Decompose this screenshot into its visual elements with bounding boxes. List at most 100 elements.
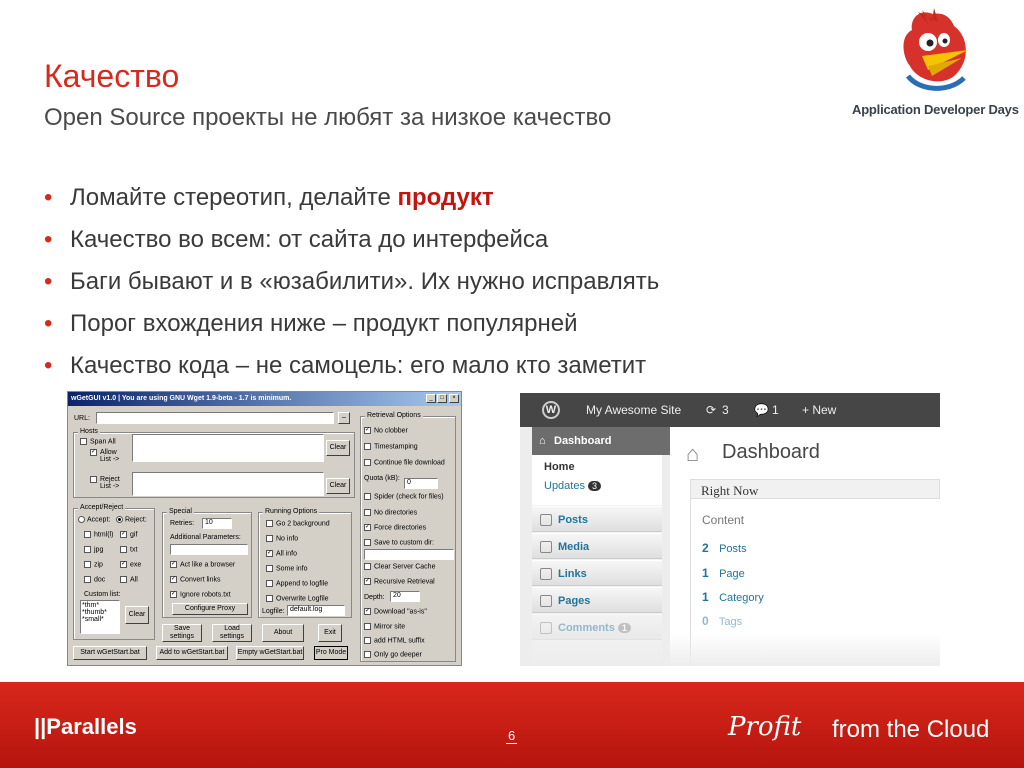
type-checkbox[interactable]: html(l) — [84, 531, 113, 538]
reject-list-input[interactable] — [132, 472, 324, 496]
comments-icon[interactable]: 💬 — [754, 403, 769, 417]
wordpress-logo-icon[interactable]: W — [542, 401, 560, 419]
menu-posts[interactable]: Posts — [532, 506, 662, 532]
menu-pages[interactable]: Pages — [532, 587, 662, 613]
type-checkbox[interactable]: jpg — [84, 546, 103, 553]
clear-allow-button[interactable]: Clear — [326, 440, 350, 456]
start-bat-button[interactable]: Start wGetStart.bat — [73, 646, 147, 660]
close-button[interactable]: × — [449, 394, 459, 403]
updates-icon[interactable]: ⟳ — [706, 403, 716, 417]
custom-item[interactable]: *thumb* — [82, 609, 118, 616]
retrieval-option[interactable]: ✓ Recursive Retrieval — [364, 578, 435, 585]
empty-bat-button[interactable]: Empty wGetStart.bat — [236, 646, 304, 660]
stat-posts[interactable]: 2 Posts — [702, 541, 747, 555]
retrieval-option[interactable]: Spider (check for files) — [364, 493, 444, 500]
type-checkbox[interactable]: doc — [84, 576, 105, 583]
special-option[interactable]: ✓ Ignore robots.txt — [170, 591, 231, 598]
retrieval-option[interactable]: ✓ Download "as-is" — [364, 608, 427, 615]
accept-radio[interactable]: Accept: — [78, 516, 110, 523]
right-now-header[interactable]: Right Now — [690, 479, 940, 499]
url-dropdown-button[interactable]: – — [338, 412, 350, 424]
bullet-highlight: продукт — [397, 184, 494, 211]
quota-input[interactable]: 0 — [404, 478, 438, 489]
new-content-link[interactable]: + New — [802, 403, 836, 417]
custom-list-box[interactable]: *thm* *thumb* *small* — [80, 600, 120, 634]
allow-list-input[interactable] — [132, 434, 324, 462]
retrieval-option[interactable]: Mirror site — [364, 623, 405, 630]
retrieval-option[interactable]: ✓ No clobber — [364, 427, 408, 434]
retrieval-option[interactable]: Save to custom dir: — [364, 539, 434, 546]
comments-badge: 1 — [617, 623, 631, 633]
stat-pages[interactable]: 1 Page — [702, 566, 745, 580]
retrieval-option[interactable]: ✓ Force directories — [364, 524, 426, 531]
menu-links[interactable]: Links — [532, 560, 662, 586]
retrieval-option[interactable]: Only go deeper — [364, 651, 422, 658]
running-option[interactable]: Some info — [266, 565, 308, 572]
media-icon — [540, 541, 552, 553]
option-label: Recursive Retrieval — [374, 578, 435, 586]
about-button[interactable]: About — [262, 624, 304, 642]
retrieval-option[interactable]: Continue file download — [364, 459, 445, 466]
stat-categories[interactable]: 1 Category — [702, 590, 764, 604]
type-checkbox[interactable]: ✓ gif — [120, 531, 137, 538]
add-logo: Application Developer Days — [848, 6, 1019, 121]
custom-item[interactable]: *small* — [82, 616, 118, 623]
comments-count[interactable]: 1 — [772, 403, 779, 417]
custom-item[interactable]: *thm* — [82, 602, 118, 609]
logfile-input[interactable]: default.log — [287, 605, 345, 616]
minimize-button[interactable]: _ — [426, 394, 436, 403]
span-all-checkbox[interactable]: Span All — [80, 438, 116, 445]
allow-list-checkbox[interactable]: ✓ Allow List -> — [90, 449, 124, 463]
reject-radio[interactable]: Reject: — [116, 516, 147, 523]
additional-input[interactable] — [170, 544, 248, 555]
stat-count: 1 — [702, 590, 709, 604]
updates-link[interactable]: Updates 3 — [544, 480, 602, 492]
special-option[interactable]: ✓ Convert links — [170, 576, 220, 583]
type-checkbox[interactable]: zip — [84, 561, 103, 568]
dashboard-menu-item[interactable]: ⌂ Dashboard — [532, 427, 684, 455]
option-label: Only go deeper — [374, 651, 422, 659]
retrieval-option[interactable]: add HTML suffix — [364, 637, 425, 644]
retrieval-option[interactable]: Timestamping — [364, 443, 418, 450]
menu-media[interactable]: Media — [532, 533, 662, 559]
option-label: Download "as-is" — [374, 608, 427, 616]
running-option[interactable]: No info — [266, 535, 298, 542]
running-option[interactable]: Append to logfile — [266, 580, 328, 587]
retries-input[interactable]: 10 — [202, 518, 232, 529]
depth-input[interactable]: 20 — [390, 591, 420, 602]
type-checkbox[interactable]: All — [120, 576, 138, 583]
type-checkbox[interactable]: ✓ exe — [120, 561, 141, 568]
type-checkbox[interactable]: txt — [120, 546, 137, 553]
updates-label: Updates — [544, 480, 585, 492]
maximize-button[interactable]: □ — [437, 394, 447, 403]
site-name-link[interactable]: My Awesome Site — [586, 403, 681, 417]
save-settings-button[interactable]: Save settings — [162, 624, 202, 642]
load-settings-button[interactable]: Load settings — [212, 624, 252, 642]
slide-title: Качество — [44, 58, 180, 94]
type-label: All — [130, 576, 138, 584]
additional-label: Additional Parameters: — [170, 534, 241, 541]
stat-tags[interactable]: 0 Tags — [702, 614, 742, 628]
stat-label: Page — [719, 568, 745, 580]
running-option[interactable]: Overwrite Logfile — [266, 595, 329, 602]
retrieval-option[interactable]: No directories — [364, 509, 417, 516]
option-label: Save to custom dir: — [374, 539, 434, 547]
reject-list-checkbox[interactable]: Reject List -> — [90, 476, 124, 490]
special-option[interactable]: ✓ Act like a browser — [170, 561, 235, 568]
custom-dir-input[interactable] — [364, 549, 454, 560]
configure-proxy-button[interactable]: Configure Proxy — [172, 603, 248, 615]
retrieval-option[interactable]: Clear Server Cache — [364, 563, 435, 570]
updates-badge: 3 — [588, 481, 602, 491]
home-link[interactable]: Home — [544, 461, 575, 473]
updates-count[interactable]: 3 — [722, 403, 729, 417]
pro-mode-button[interactable]: Pro Mode — [314, 646, 348, 660]
clear-reject-button[interactable]: Clear — [326, 478, 350, 494]
add-bat-button[interactable]: Add to wGetStart.bat — [156, 646, 228, 660]
wgetgui-window: wGetGUI v1.0 | You are using GNU Wget 1.… — [67, 391, 462, 666]
exit-button[interactable]: Exit — [318, 624, 342, 642]
running-option[interactable]: Go 2 background — [266, 520, 330, 527]
url-input[interactable] — [96, 412, 334, 424]
running-option[interactable]: ✓ All info — [266, 550, 297, 557]
clear-custom-button[interactable]: Clear — [125, 606, 149, 624]
link-icon — [540, 568, 552, 580]
